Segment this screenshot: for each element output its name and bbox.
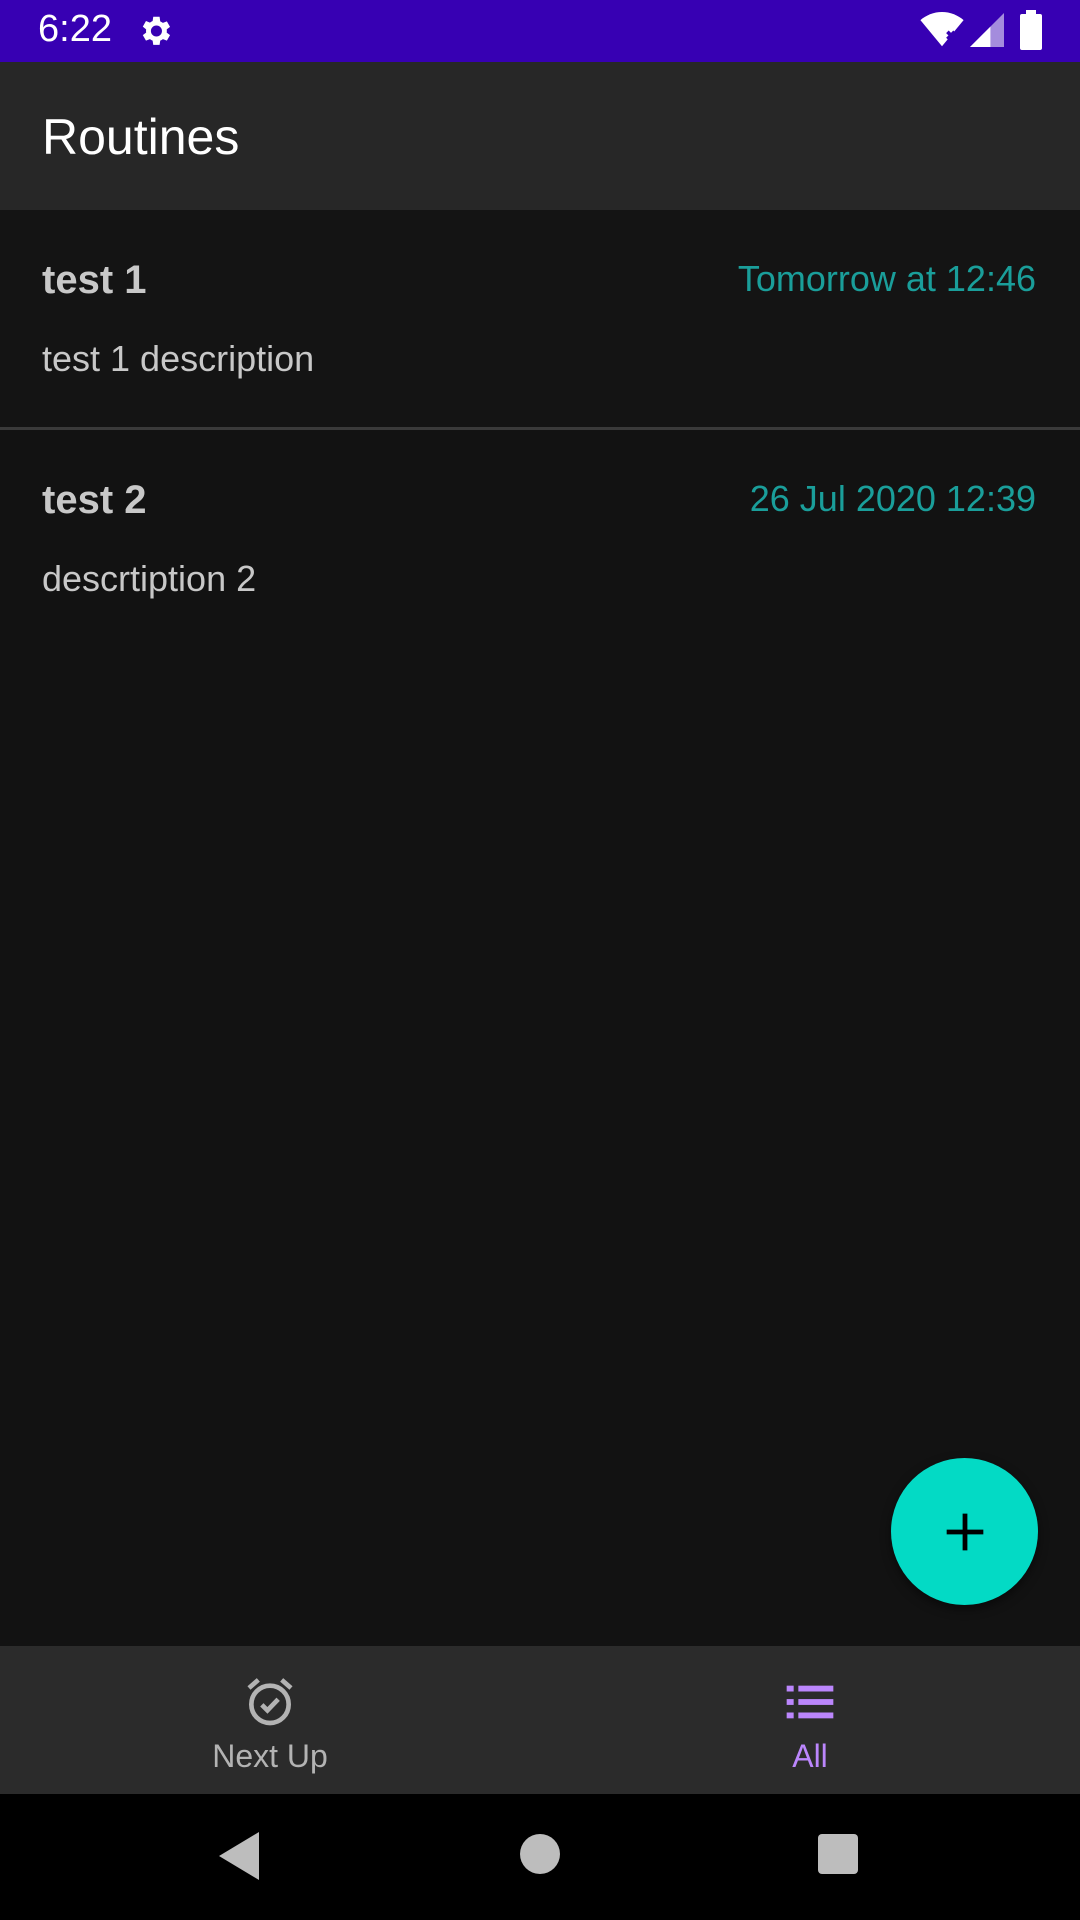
recents-icon[interactable] — [818, 1834, 858, 1874]
system-navigation-bar — [0, 1794, 1080, 1920]
wifi-icon — [920, 12, 964, 47]
signal-icon — [970, 13, 1004, 47]
status-time: 6:22 — [38, 8, 112, 50]
page-title: Routines — [42, 109, 240, 165]
battery-icon — [1020, 10, 1042, 50]
nav-item-next-up[interactable]: Next Up — [0, 1646, 540, 1794]
home-icon[interactable] — [520, 1834, 560, 1874]
alarm-check-icon — [247, 1678, 293, 1726]
routine-title: test 1 — [42, 258, 147, 302]
plus-icon — [946, 1513, 983, 1550]
routine-date: 26 Jul 2020 12:39 — [749, 478, 1036, 519]
add-routine-button[interactable] — [891, 1458, 1038, 1605]
nav-label-next-up: Next Up — [212, 1738, 328, 1774]
status-bar: 6:22 — [0, 0, 1080, 62]
routine-date: Tomorrow at 12:46 — [737, 258, 1036, 299]
bottom-navigation: Next Up All — [0, 1646, 1080, 1794]
back-icon[interactable] — [218, 1832, 260, 1880]
routine-description: test 1 description — [42, 338, 315, 379]
nav-item-all[interactable]: All — [540, 1646, 1080, 1794]
routine-description: descrtiption 2 — [42, 558, 257, 599]
routine-list-item[interactable]: test 1 Tomorrow at 12:46 test 1 descript… — [0, 210, 1080, 428]
routine-title: test 2 — [42, 478, 147, 522]
list-icon — [786, 1685, 834, 1719]
app-bar: Routines — [0, 62, 1080, 210]
routine-list-item[interactable]: test 2 26 Jul 2020 12:39 descrtiption 2 — [0, 430, 1080, 648]
gear-icon — [142, 16, 171, 45]
nav-label-all: All — [792, 1738, 828, 1774]
